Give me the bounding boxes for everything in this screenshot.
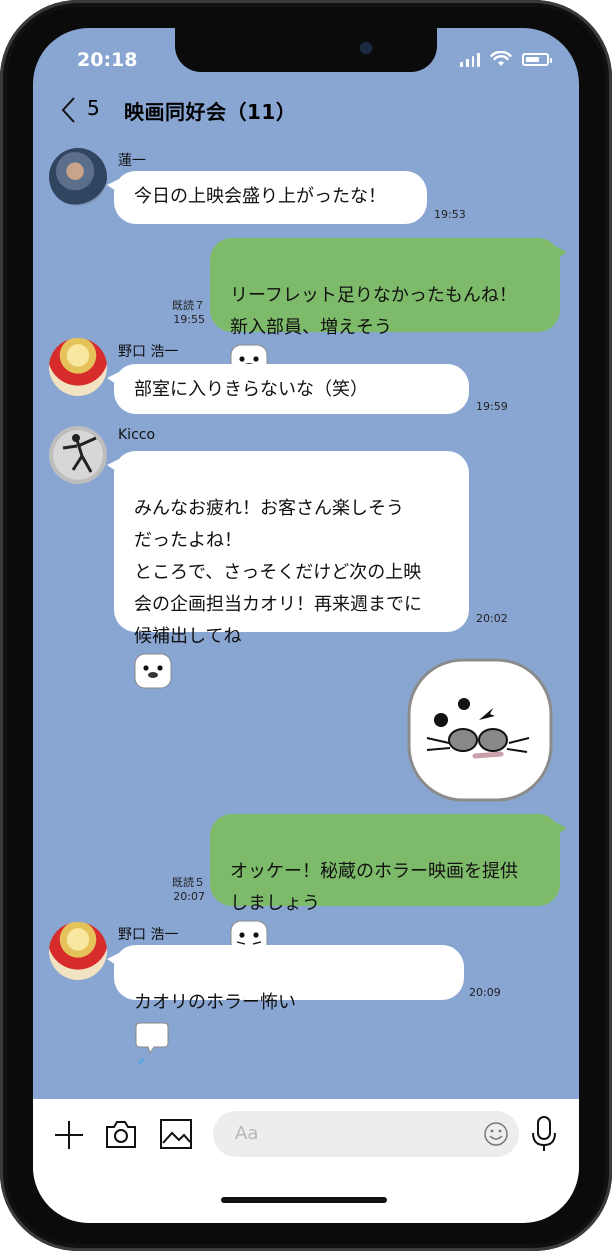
microphone-icon[interactable] xyxy=(530,1115,558,1153)
sender-name: 蓮一 xyxy=(118,153,146,169)
message-input-placeholder: Aa xyxy=(235,1123,259,1144)
speech-bubble-emoji-icon xyxy=(135,1022,169,1055)
camera-dot xyxy=(358,40,374,56)
room-title: 映画同好会（11） xyxy=(124,100,297,124)
message-bubble[interactable]: みんなお疲れ！お客さん楽しそう だったよね！ ところで、さっそくだけど次の上映 … xyxy=(107,451,469,689)
chat-screen: 20:18 5 映画同好会（11） 蓮一 今日の上映会盛り上がったな！ 19:5… xyxy=(33,28,579,1223)
read-receipt: 既読５ 20:07 xyxy=(172,876,205,903)
message-input[interactable]: Aa xyxy=(213,1111,519,1157)
chat-header: 5 映画同好会（11） xyxy=(33,92,579,132)
phone-frame: 20:18 5 映画同好会（11） 蓮一 今日の上映会盛り上がったな！ 19:5… xyxy=(0,0,612,1251)
sender-name: Kicco xyxy=(118,427,156,443)
sent-message-bubble[interactable]: リーフレット足りなかったもんね！ 新入部員、増えそう ♪ xyxy=(210,238,567,411)
status-icons xyxy=(460,51,552,67)
avatar-kicco[interactable] xyxy=(49,426,107,484)
message-time: 19:59 xyxy=(476,400,508,413)
read-receipt: 既読７ 19:55 xyxy=(172,299,205,326)
seal-sticker[interactable] xyxy=(405,656,555,804)
unread-count[interactable]: 5 xyxy=(87,96,100,120)
home-indicator[interactable] xyxy=(221,1197,387,1203)
smile-icon[interactable] xyxy=(483,1121,509,1147)
message-bubble[interactable]: 部室に入りきらないな（笑） xyxy=(107,364,469,414)
notch xyxy=(175,28,437,72)
status-time: 20:18 xyxy=(77,49,138,71)
message-bubble[interactable]: 今日の上映会盛り上がったな！ xyxy=(107,171,427,224)
plus-icon[interactable] xyxy=(53,1119,85,1151)
sent-message-bubble[interactable]: オッケー！秘蔵のホラー映画を提供 しましょう www xyxy=(210,814,567,986)
camera-icon[interactable] xyxy=(104,1117,138,1151)
back-chevron-icon[interactable] xyxy=(59,96,79,124)
sender-name: 野口 浩一 xyxy=(118,344,179,360)
message-time: 20:02 xyxy=(476,612,508,625)
signal-icon xyxy=(460,52,480,67)
sender-name: 野口 浩一 xyxy=(118,927,179,943)
message-bubble[interactable]: カオリのホラー怖い xyxy=(107,945,464,1065)
avatar-renichi[interactable] xyxy=(49,148,107,206)
wifi-icon xyxy=(490,51,512,66)
avatar-noguchi[interactable] xyxy=(49,338,107,396)
seal-emoji-icon xyxy=(134,653,172,689)
sweat-drop-icon xyxy=(138,1058,145,1065)
battery-icon xyxy=(522,52,552,66)
image-icon[interactable] xyxy=(159,1117,193,1151)
message-time: 20:09 xyxy=(469,986,501,999)
avatar-noguchi[interactable] xyxy=(49,922,107,980)
composer-bar: Aa xyxy=(33,1099,579,1223)
message-time: 19:53 xyxy=(434,208,466,221)
dancer-figure xyxy=(62,434,97,473)
